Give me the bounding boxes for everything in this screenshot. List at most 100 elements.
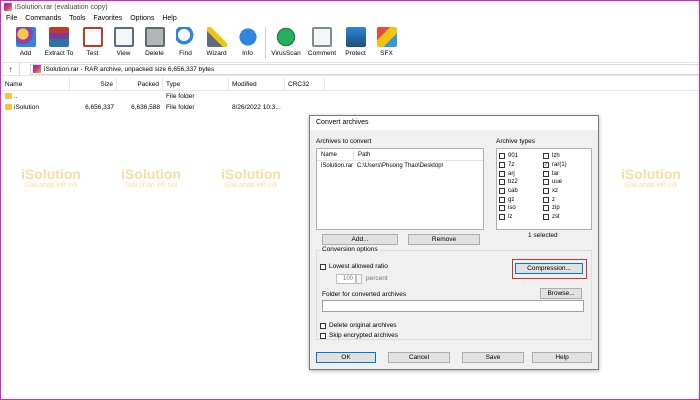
checkbox[interactable]	[499, 162, 505, 169]
skip-encrypted-checkbox[interactable]	[320, 332, 326, 339]
menu-tools[interactable]: Tools	[65, 13, 89, 24]
type-uue[interactable]: uue	[543, 178, 587, 187]
virusscan-button[interactable]: VirusScan	[268, 25, 304, 61]
checkbox[interactable]	[543, 153, 549, 160]
info-label: Info	[242, 50, 253, 57]
skip-encrypted-option[interactable]: Skip encrypted archives	[320, 332, 398, 339]
list-item[interactable]: iSolution.rar C:\Users\Phuong Thao\Deskt…	[317, 161, 483, 172]
col-name[interactable]: Name	[317, 149, 353, 160]
menu-help[interactable]: Help	[158, 13, 180, 24]
archives-to-convert-label: Archives to convert	[316, 138, 372, 145]
address-path: iSolution.rar - RAR archive, unpacked si…	[44, 65, 215, 73]
checkbox[interactable]	[499, 188, 505, 195]
archives-list[interactable]: Name Path iSolution.rar C:\Users\Phuong …	[316, 148, 484, 230]
address-field[interactable]: iSolution.rar - RAR archive, unpacked si…	[30, 63, 699, 75]
folder-path-input[interactable]	[322, 300, 584, 312]
archive-types-label: Archive types	[496, 138, 536, 145]
col-modified[interactable]: Modified	[229, 78, 285, 90]
find-button[interactable]: Find	[170, 25, 201, 61]
type-rar[interactable]: ✓ rar(1)	[543, 161, 587, 170]
browse-button[interactable]: Browse...	[540, 288, 582, 299]
archives-list-header: Name Path	[317, 149, 483, 161]
col-size[interactable]: Size	[70, 78, 117, 90]
delete-icon	[144, 27, 165, 47]
menu-favorites[interactable]: Favorites	[89, 13, 126, 24]
checkbox[interactable]	[543, 188, 549, 195]
type-lz[interactable]: lz	[499, 213, 543, 222]
col-type[interactable]: Type	[163, 78, 229, 90]
type-lzh[interactable]: lzh	[543, 152, 587, 161]
archive-path: C:\Users\Phuong Thao\Desktop\	[357, 163, 444, 169]
checkbox[interactable]	[543, 196, 549, 203]
type-cab[interactable]: cab	[499, 187, 543, 196]
table-row[interactable]: iSolution 6,656,337 6,636,588 File folde…	[2, 102, 699, 113]
save-button[interactable]: Save	[462, 352, 524, 363]
ok-button[interactable]: OK	[316, 352, 376, 363]
up-arrow-icon[interactable]: ↑	[2, 62, 20, 76]
type-iso[interactable]: iso	[499, 204, 543, 213]
toolbar: Add Extract To Test View Delete Find Wiz…	[2, 25, 699, 61]
checkbox[interactable]	[543, 170, 549, 177]
conversion-options-label: Conversion options	[320, 246, 380, 253]
row-crc	[285, 91, 325, 102]
checkbox[interactable]	[543, 179, 549, 186]
help-button[interactable]: Help	[532, 352, 592, 363]
extract-to-button[interactable]: Extract To	[41, 25, 77, 61]
add-archive-button[interactable]: Add...	[322, 234, 398, 245]
col-crc[interactable]: CRC32	[285, 78, 325, 90]
table-row[interactable]: .. File folder	[2, 91, 699, 102]
view-button[interactable]: View	[108, 25, 139, 61]
menu-commands[interactable]: Commands	[21, 13, 65, 24]
type-arj[interactable]: arj	[499, 169, 543, 178]
sfx-label: SFX	[380, 50, 393, 57]
cancel-button[interactable]: Cancel	[388, 352, 450, 363]
type-tar[interactable]: tar	[543, 169, 587, 178]
type-xz[interactable]: xz	[543, 187, 587, 196]
protect-button[interactable]: Protect	[340, 25, 371, 61]
ratio-input[interactable]: 100	[336, 274, 356, 284]
type-7z[interactable]: 7z	[499, 161, 543, 170]
remove-archive-button[interactable]: Remove	[408, 234, 480, 245]
add-button[interactable]: Add	[10, 25, 41, 61]
delete-original-option[interactable]: Delete original archives	[320, 322, 397, 329]
menu-options[interactable]: Options	[126, 13, 158, 24]
checkbox[interactable]	[499, 179, 505, 186]
type-z[interactable]: z	[543, 195, 587, 204]
checkbox[interactable]	[499, 214, 505, 221]
lowest-ratio-option[interactable]: Lowest allowed ratio	[320, 263, 388, 270]
type-bz2[interactable]: bz2	[499, 178, 543, 187]
info-button[interactable]: Info	[232, 25, 263, 61]
sfx-button[interactable]: SFX	[371, 25, 402, 61]
folder-up-icon	[5, 93, 12, 100]
ratio-spin-icon[interactable]	[356, 274, 362, 284]
comment-button[interactable]: Comment	[304, 25, 340, 61]
checkbox-checked[interactable]: ✓	[543, 162, 549, 169]
shield-icon	[345, 27, 366, 47]
col-path[interactable]: Path	[353, 149, 483, 160]
row-modified: 8/26/2022 10:3...	[232, 104, 281, 111]
lowest-ratio-checkbox[interactable]	[320, 263, 326, 270]
checkbox[interactable]	[499, 205, 505, 212]
sfx-icon	[376, 27, 397, 47]
delete-button[interactable]: Delete	[139, 25, 170, 61]
checkbox[interactable]	[543, 214, 549, 221]
col-packed[interactable]: Packed	[117, 78, 163, 90]
checkbox[interactable]	[499, 170, 505, 177]
type-zip[interactable]: zip	[543, 204, 587, 213]
type-zst[interactable]: zst	[543, 213, 587, 222]
protect-label: Protect	[345, 50, 366, 57]
type-001[interactable]: 001	[499, 152, 543, 161]
checkbox[interactable]	[543, 205, 549, 212]
menu-file[interactable]: File	[2, 13, 21, 24]
checkbox[interactable]	[499, 153, 505, 160]
row-type: File folder	[166, 93, 195, 100]
type-gz[interactable]: gz	[499, 195, 543, 204]
checkbox[interactable]	[499, 196, 505, 203]
info-icon	[237, 27, 258, 47]
address-bar: ↑ iSolution.rar - RAR archive, unpacked …	[2, 62, 699, 76]
wizard-button[interactable]: Wizard	[201, 25, 232, 61]
delete-original-checkbox[interactable]	[320, 322, 326, 329]
col-name[interactable]: Name	[2, 78, 70, 90]
test-button[interactable]: Test	[77, 25, 108, 61]
row-crc	[285, 102, 325, 113]
